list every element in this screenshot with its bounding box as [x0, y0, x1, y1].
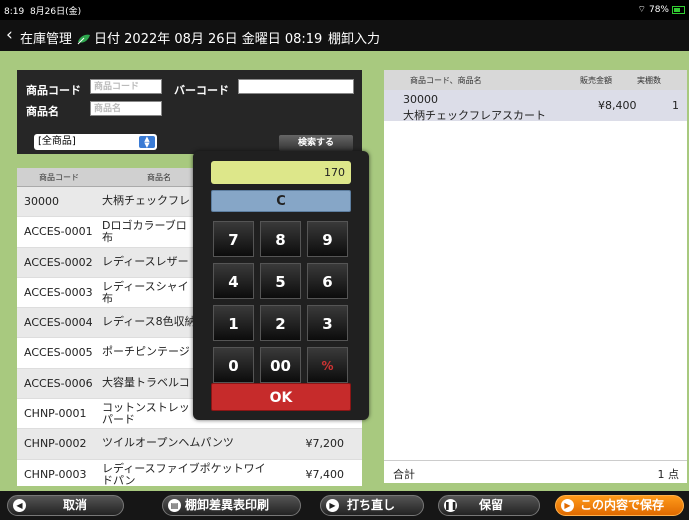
nav-bar: ‹ 在庫管理 日付 2022年 08月 26日 金曜日 08:19 棚卸入力	[0, 20, 689, 51]
total-value: 1 点	[657, 468, 680, 481]
product-price: ¥7,400	[305, 467, 345, 481]
product-code: CHNP-0002	[24, 437, 87, 451]
name-input[interactable]: 商品名	[90, 101, 162, 116]
product-name: レディースファイブポケットワイ ドパン	[102, 461, 266, 486]
key-2[interactable]: 2	[260, 305, 301, 341]
key-8[interactable]: 8	[260, 221, 301, 257]
search-button[interactable]: 検索する	[279, 135, 353, 151]
nav-date: 日付 2022年 08月 26日 金曜日 08:19	[94, 32, 323, 47]
product-price: ¥7,200	[305, 437, 345, 451]
code-input[interactable]: 商品コード	[90, 79, 162, 94]
back-button[interactable]: ‹	[6, 25, 13, 45]
calculator-display: 170	[211, 161, 351, 184]
product-row[interactable]: CHNP-0003 レディースファイブポケットワイ ドパン ¥7,400	[17, 460, 362, 486]
entry-row[interactable]: 30000 大柄チェックフレアスカート ¥8,400 1	[384, 90, 687, 122]
nav-mode: 棚卸入力	[328, 32, 381, 47]
calculator-popup: 170 C 7 8 9 4 5 6 1 2 3 0 00% OK	[193, 151, 369, 420]
search-panel: 商品コード 商品コード バーコード 商品名 商品名 [全商品] ▲ ▼ 検索する	[17, 70, 362, 154]
cancel-label: 取消	[63, 498, 88, 512]
code-label: 商品コード	[26, 84, 81, 97]
product-row[interactable]: CHNP-0002 ツイルオープンヘムパンツ ¥7,200	[17, 429, 362, 460]
header-price: 販売金額	[580, 76, 612, 85]
back-arrow-icon: ◀	[13, 499, 26, 512]
status-right: ⌔ 78%	[638, 4, 685, 15]
wifi-icon: ⌔	[637, 5, 646, 15]
key-0[interactable]: 0	[213, 347, 254, 383]
name-label: 商品名	[26, 105, 59, 118]
entry-code: 30000	[403, 93, 438, 106]
bottom-toolbar: ◀ 取消 ▤ 棚卸差異表印刷 ▶ 打ち直し ❚❚ 保留 ▶ この内容で保存	[0, 491, 689, 520]
hold-label: 保留	[479, 498, 504, 512]
battery-icon	[672, 5, 685, 14]
barcode-label: バーコード	[174, 84, 229, 97]
barcode-input[interactable]	[238, 79, 354, 94]
entry-name: 大柄チェックフレアスカート	[403, 109, 546, 122]
app-logo-icon	[77, 34, 91, 45]
product-code: ACCES-0006	[24, 376, 93, 390]
total-row: 合計 1 点	[384, 460, 687, 483]
entry-qty: 1	[672, 99, 679, 112]
product-code: ACCES-0002	[24, 255, 93, 269]
key-percent[interactable]: %	[307, 347, 348, 383]
header-name: 商品名	[147, 173, 171, 182]
ok-button[interactable]: OK	[211, 383, 351, 411]
play-icon: ▶	[326, 499, 339, 512]
status-bar: 8:19 8月26日(金) ⌔ 78%	[0, 0, 689, 20]
product-code: ACCES-0005	[24, 346, 93, 360]
product-code: ACCES-0004	[24, 316, 93, 330]
header-code: 商品コード	[39, 173, 79, 182]
play-icon: ▶	[561, 499, 574, 512]
chevron-left-icon: ‹	[6, 25, 13, 45]
key-3[interactable]: 3	[307, 305, 348, 341]
category-value: [全商品]	[38, 136, 76, 147]
product-code: ACCES-0003	[24, 285, 93, 299]
product-code: ACCES-0001	[24, 225, 93, 239]
print-label: 棚卸差異表印刷	[185, 498, 270, 512]
key-00[interactable]: 00	[260, 347, 301, 383]
clear-button[interactable]: C	[211, 190, 351, 212]
category-select[interactable]: [全商品] ▲ ▼	[34, 134, 157, 150]
nav-title: 在庫管理 日付 2022年 08月 26日 金曜日 08:19	[20, 28, 324, 47]
entry-list: 商品コード、商品名 販売金額 実棚数 30000 大柄チェックフレアスカート ¥…	[384, 70, 687, 483]
key-6[interactable]: 6	[307, 263, 348, 299]
battery-percent: 78%	[648, 4, 669, 15]
select-arrows-icon: ▲ ▼	[139, 136, 155, 149]
redo-label: 打ち直し	[347, 498, 396, 512]
save-label: この内容で保存	[580, 498, 665, 512]
pause-icon: ❚❚	[444, 499, 458, 512]
redo-button[interactable]: ▶ 打ち直し	[320, 495, 424, 516]
cancel-button[interactable]: ◀ 取消	[7, 495, 124, 516]
header-code-name: 商品コード、商品名	[410, 76, 482, 85]
printer-icon: ▤	[168, 499, 181, 512]
key-5[interactable]: 5	[260, 263, 301, 299]
print-diff-button[interactable]: ▤ 棚卸差異表印刷	[162, 495, 301, 516]
key-7[interactable]: 7	[213, 221, 254, 257]
total-label: 合計	[393, 468, 415, 481]
hold-button[interactable]: ❚❚ 保留	[438, 495, 540, 516]
product-code: CHNP-0003	[24, 467, 87, 481]
header-qty: 実棚数	[637, 76, 661, 85]
product-name: ツイルオープンヘムパンツ	[102, 436, 234, 450]
save-button[interactable]: ▶ この内容で保存	[555, 495, 684, 516]
entry-price: ¥8,400	[598, 99, 637, 112]
product-code: 30000	[24, 195, 59, 208]
status-time: 8:19 8月26日(金)	[4, 7, 82, 17]
key-1[interactable]: 1	[213, 305, 254, 341]
entry-list-header: 商品コード、商品名 販売金額 実棚数	[384, 70, 687, 90]
key-4[interactable]: 4	[213, 263, 254, 299]
nav-title-prefix: 在庫管理	[20, 32, 73, 47]
key-9[interactable]: 9	[307, 221, 348, 257]
product-code: CHNP-0001	[24, 407, 87, 421]
